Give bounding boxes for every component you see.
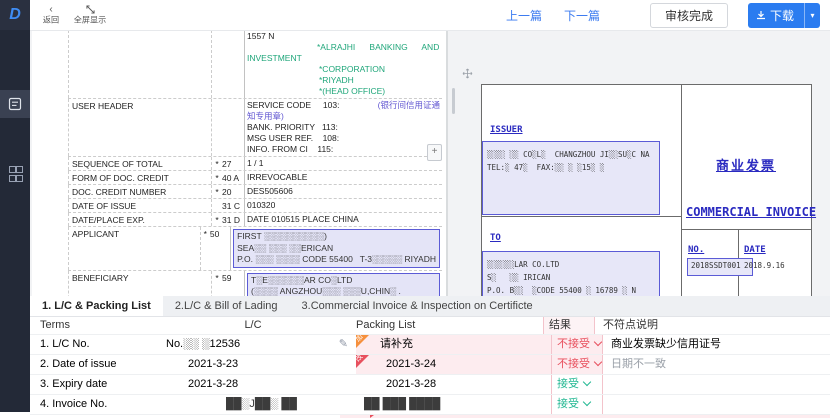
lc-row-applicant: APPLICANT * 50 FIRST ░░░░░░░░░░) SEA░░ ░… (68, 227, 442, 271)
table-row: 1. L/C No. No.░░ ░12536 ✎ 加 请补充 不接受 商业发票… (30, 335, 830, 355)
fullscreen-label: 全屏显示 (74, 16, 106, 25)
table-row: 2. Date of issue 2021-3-23 改 2021-3-24 不… (30, 355, 830, 375)
download-split-button: 下载 ▾ (748, 3, 820, 28)
apps-grid-icon (9, 166, 21, 182)
invoice-title-cn: 商业发票 (681, 155, 811, 174)
back-button[interactable]: ‹ 返回 (42, 5, 60, 25)
chevron-down-icon (583, 398, 591, 406)
invoice-document-pane[interactable]: ISSUER ░░░░ ░░ CO░L░ CHANGZHOU JI░░SU░C … (450, 30, 830, 296)
invoice-date-value: 2018.9.16 (744, 261, 785, 270)
sidebar: D (0, 0, 30, 412)
header-result: 结果 (543, 317, 595, 334)
sidebar-item-apps[interactable] (0, 160, 30, 188)
chevron-down-icon (583, 378, 591, 386)
issuer-label: ISSUER (490, 125, 523, 135)
discrepancy-note (603, 375, 830, 394)
lc-row-expiry: DATE/PLACE EXP. * 31 D DATE 010515 PLACE… (68, 213, 442, 227)
chevron-down-icon (594, 358, 602, 366)
tab-lc-packing-list[interactable]: 1. L/C & Packing List (30, 296, 163, 316)
table-row: 4. Invoice No. ██░J██░ ██ ██ ███ ████ 接受 (30, 395, 830, 415)
result-select[interactable]: 接受 (551, 375, 603, 394)
invoice-title-en: COMMERCIAL INVOICE (686, 205, 816, 219)
download-label: 下载 (770, 7, 794, 24)
discrepancy-note: 商业发票缺少信用证号 (603, 335, 830, 354)
invoice-no-value: 2018SSDT001 (691, 260, 749, 271)
download-button[interactable]: 下载 (748, 3, 804, 28)
review-complete-button[interactable]: 审核完成 (650, 3, 728, 28)
lc-row-bank-header: 1557 N *ALRAJHI BANKING AND INVESTMENT *… (68, 30, 442, 99)
fullscreen-icon (86, 5, 95, 15)
table-header-row: Terms L/C Packing List 结果 不符点说明 (30, 317, 830, 335)
download-icon (756, 10, 766, 20)
header-terms: Terms (30, 317, 158, 334)
tab-invoice-inspection[interactable]: 3.Commercial Invoice & Inspection on Cer… (290, 296, 545, 316)
app-logo-letter: D (9, 6, 21, 24)
prev-article-link[interactable]: 上一篇 (506, 7, 542, 24)
lc-row-credit-number: DOC. CREDIT NUMBER * 20 DES505606 (68, 185, 442, 199)
back-label: 返回 (43, 16, 59, 25)
lc-row-user-header: USER HEADER SERVICE CODE 103:(银行间信用证通 知专… (68, 99, 442, 157)
lc-row-date-issue: DATE OF ISSUE 31 C 010320 (68, 199, 442, 213)
bank-annotation: (银行间信用证通 (378, 100, 440, 111)
discrepancy-note (603, 395, 830, 414)
fullscreen-button[interactable]: 全屏显示 (72, 5, 108, 25)
invoice-divider (681, 85, 682, 296)
lc-row-sequence: SEQUENCE OF TOTAL * 27 1 / 1 (68, 157, 442, 171)
invoice-date-label: DATE (744, 245, 766, 255)
header-packing: Packing List (348, 317, 543, 334)
document-viewer: 1557 N *ALRAJHI BANKING AND INVESTMENT *… (30, 30, 830, 296)
table-row: 3. Expiry date 2021-3-28 2021-3-28 接受 (30, 375, 830, 395)
back-icon: ‹ (49, 5, 52, 15)
lc-document-pane[interactable]: 1557 N *ALRAJHI BANKING AND INVESTMENT *… (32, 30, 448, 296)
download-menu-button[interactable]: ▾ (804, 3, 820, 28)
move-handle-icon[interactable] (462, 68, 473, 82)
added-badge: 加 (356, 335, 369, 348)
discrepancy-note: 日期不一致 (603, 355, 830, 374)
header-note: 不符点说明 (595, 317, 830, 334)
to-highlight: ░░░░░░LAR CO.LTD S░ ░░ IRICAN P.O. B░░ ░… (482, 251, 660, 296)
issuer-highlight: ░░░░ ░░ CO░L░ CHANGZHOU JI░░SU░C NA TEL:… (482, 141, 660, 215)
next-article-link[interactable]: 下一篇 (564, 7, 600, 24)
to-label: TO (490, 233, 501, 243)
lc-row-beneficiary: BENEFICIARY * 59 T░E░░░░░░AR CO░LTD (░░░… (68, 271, 442, 297)
sidebar-item-documents[interactable] (0, 90, 30, 118)
invoice-paper: ISSUER ░░░░ ░░ CO░L░ CHANGZHOU JI░░SU░C … (481, 84, 812, 296)
document-icon (8, 97, 22, 111)
result-select[interactable]: 接受 (551, 395, 603, 414)
header-lc: L/C (158, 317, 348, 334)
comparison-panel: 1. L/C & Packing List 2.L/C & Bill of La… (30, 296, 830, 412)
result-select[interactable]: 不接受 (551, 335, 603, 354)
changed-badge: 改 (356, 355, 369, 368)
caret-down-icon: ▾ (810, 11, 814, 20)
vertical-scrollbar[interactable] (452, 88, 455, 114)
chevron-down-icon (594, 338, 602, 346)
invoice-no-label: NO. (688, 245, 704, 255)
beneficiary-highlight: T░E░░░░░░AR CO░LTD (░░░░ ANGZHOU░░░ ░░░U… (247, 273, 440, 297)
app-logo: D (0, 0, 30, 30)
edit-icon[interactable]: ✎ (339, 335, 348, 354)
zoom-in-button[interactable]: + (427, 144, 442, 161)
swift-msg-type: 1557 N (247, 31, 440, 42)
topbar: ‹ 返回 全屏显示 上一篇 下一篇 审核完成 下载 ▾ (30, 0, 830, 31)
lc-swift-table: 1557 N *ALRAJHI BANKING AND INVESTMENT *… (68, 30, 442, 296)
tab-lc-bill-of-lading[interactable]: 2.L/C & Bill of Lading (163, 296, 290, 316)
applicant-highlight: FIRST ░░░░░░░░░░) SEA░░ ░░░ ░░ERICAN P.O… (233, 229, 440, 268)
lc-row-form: FORM OF DOC. CREDIT * 40 A IRREVOCABLE (68, 171, 442, 185)
app-root: D ‹ 返回 全屏显示 上一篇 下一篇 审核完成 (0, 0, 830, 412)
result-select[interactable]: 不接受 (551, 355, 603, 374)
comparison-tabbar: 1. L/C & Packing List 2.L/C & Bill of La… (30, 296, 830, 317)
